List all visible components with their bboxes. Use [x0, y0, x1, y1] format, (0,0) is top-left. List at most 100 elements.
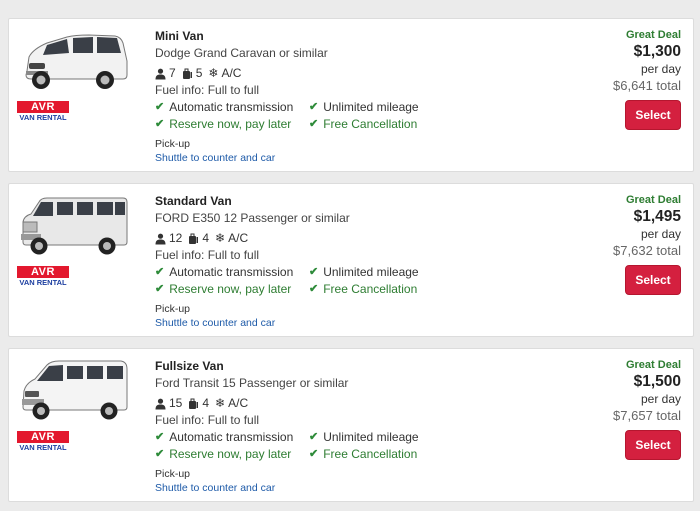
- person-icon: [155, 68, 166, 79]
- luggage-icon: [182, 68, 192, 79]
- total-price: $7,632 total: [613, 243, 681, 258]
- features-row-1: ✔ Automatic transmission ✔ Unlimited milea…: [155, 264, 475, 281]
- cancellation-label: Free Cancellation: [323, 117, 418, 131]
- price-per-day: $1,495: [633, 208, 681, 225]
- vendor-logo-top: AVR: [17, 431, 69, 443]
- transmission-label: Automatic transmission: [169, 265, 294, 279]
- transmission-label: Automatic transmission: [169, 430, 294, 444]
- passenger-count: 15: [169, 396, 183, 410]
- check-icon: ✔: [309, 101, 319, 113]
- bags-feature: 4: [188, 230, 209, 247]
- check-icon: ✔: [155, 118, 165, 130]
- car-category: Mini Van: [155, 29, 204, 43]
- features-row-1: ✔ Automatic transmission ✔ Unlimited milea…: [155, 429, 475, 446]
- select-button[interactable]: Select: [625, 430, 681, 460]
- pickup-label: Pick-up: [155, 303, 191, 315]
- ac-label: A/C: [228, 231, 249, 245]
- mileage-label: Unlimited mileage: [323, 430, 419, 444]
- luggage-icon: [189, 398, 199, 409]
- total-price: $7,657 total: [613, 408, 681, 423]
- fuel-info: Fuel info: Full to full: [155, 83, 260, 97]
- transmission-feature: ✔ Automatic transmission: [155, 264, 309, 281]
- per-day-label: per day: [640, 392, 681, 406]
- car-features: 15 4 ❄ A/C: [155, 395, 475, 412]
- check-icon: ✔: [309, 448, 319, 460]
- transit-van-image-art: [22, 360, 128, 420]
- check-icon: ✔: [155, 431, 165, 443]
- check-icon: ✔: [309, 283, 319, 295]
- pickup-label: Pick-up: [155, 468, 191, 480]
- cancellation-label: Free Cancellation: [323, 282, 418, 296]
- car-features: 12 4 ❄ A/C: [155, 230, 475, 247]
- price-per-day: $1,300: [633, 43, 681, 60]
- features-row-1: ✔ Automatic transmission ✔ Unlimited milea…: [155, 99, 475, 116]
- passenger-count: 12: [169, 231, 183, 245]
- car-result-card-2: AVR VAN RENTAL Standard Van FORD E350 12…: [8, 183, 694, 337]
- deal-badge: Great Deal: [625, 29, 681, 41]
- cancellation-feature: ✔ Free Cancellation: [309, 116, 417, 133]
- pickup-label: Pick-up: [155, 138, 191, 150]
- check-icon: ✔: [309, 118, 319, 130]
- car-info: Standard Van FORD E350 12 Passenger or s…: [155, 193, 475, 330]
- passengers-feature: 7: [155, 65, 176, 82]
- car-features: 7 5 ❄ A/C: [155, 65, 475, 82]
- per-day-label: per day: [640, 62, 681, 76]
- mileage-label: Unlimited mileage: [323, 265, 419, 279]
- ac-label: A/C: [228, 396, 249, 410]
- reserve-label: Reserve now, pay later: [169, 447, 292, 461]
- luggage-icon: [189, 233, 199, 244]
- price-per-day: $1,500: [633, 373, 681, 390]
- mileage-feature: ✔ Unlimited mileage: [309, 264, 419, 281]
- per-day-label: per day: [640, 227, 681, 241]
- pickup-type: Shuttle to counter and car: [155, 152, 276, 164]
- ac-label: A/C: [221, 66, 242, 80]
- price-block: Great Deal $1,500 per day $7,657 total: [561, 358, 681, 424]
- bags-feature: 4: [188, 395, 209, 412]
- pickup-type: Shuttle to counter and car: [155, 317, 276, 329]
- fuel-info: Fuel info: Full to full: [155, 413, 260, 427]
- cancellation-feature: ✔ Free Cancellation: [309, 446, 417, 463]
- pickup-type: Shuttle to counter and car: [155, 482, 276, 494]
- vendor-logo-top: AVR: [17, 266, 69, 278]
- car-info: Mini Van Dodge Grand Caravan or similar …: [155, 28, 475, 165]
- transmission-feature: ✔ Automatic transmission: [155, 429, 309, 446]
- passengers-feature: 12: [155, 230, 182, 247]
- check-icon: ✔: [155, 266, 165, 278]
- transmission-feature: ✔ Automatic transmission: [155, 99, 309, 116]
- car-result-card-3: AVR VAN RENTAL Fullsize Van Ford Transit…: [8, 348, 694, 502]
- mileage-label: Unlimited mileage: [323, 100, 419, 114]
- car-model: Ford Transit 15 Passenger or similar: [155, 376, 349, 390]
- minivan-image-art: [25, 34, 128, 89]
- features-row-2: ✔ Reserve now, pay later ✔ Free Cancellati…: [155, 446, 475, 463]
- deal-badge: Great Deal: [625, 359, 681, 371]
- features-row-2: ✔ Reserve now, pay later ✔ Free Cancellati…: [155, 281, 475, 298]
- vendor-logo-top: AVR: [17, 101, 69, 113]
- select-button[interactable]: Select: [625, 100, 681, 130]
- check-icon: ✔: [155, 448, 165, 460]
- ac-feature: ❄ A/C: [208, 65, 241, 82]
- snowflake-icon: ❄: [215, 396, 226, 410]
- bags-feature: 5: [182, 65, 203, 82]
- person-icon: [155, 233, 166, 244]
- car-result-card-1: AVR VAN RENTAL Mini Van Dodge Grand Cara…: [8, 18, 694, 172]
- cancellation-label: Free Cancellation: [323, 447, 418, 461]
- features-row-2: ✔ Reserve now, pay later ✔ Free Cancellati…: [155, 116, 475, 133]
- passenger-count: 7: [169, 66, 176, 80]
- ac-feature: ❄ A/C: [215, 230, 248, 247]
- check-icon: ✔: [309, 431, 319, 443]
- price-block: Great Deal $1,495 per day $7,632 total: [561, 193, 681, 259]
- car-category: Fullsize Van: [155, 359, 224, 373]
- select-button[interactable]: Select: [625, 265, 681, 295]
- bag-count: 5: [195, 66, 203, 80]
- bag-count: 4: [202, 396, 210, 410]
- reserve-feature: ✔ Reserve now, pay later: [155, 116, 309, 133]
- vendor-logo-bottom: VAN RENTAL: [19, 443, 67, 452]
- price-block: Great Deal $1,300 per day $6,641 total: [561, 28, 681, 94]
- snowflake-icon: ❄: [208, 66, 219, 80]
- reserve-feature: ✔ Reserve now, pay later: [155, 281, 309, 298]
- snowflake-icon: ❄: [215, 231, 226, 245]
- vendor-logo: AVR VAN RENTAL: [17, 101, 69, 125]
- mileage-feature: ✔ Unlimited mileage: [309, 99, 419, 116]
- deal-badge: Great Deal: [625, 194, 681, 206]
- transmission-label: Automatic transmission: [169, 100, 294, 114]
